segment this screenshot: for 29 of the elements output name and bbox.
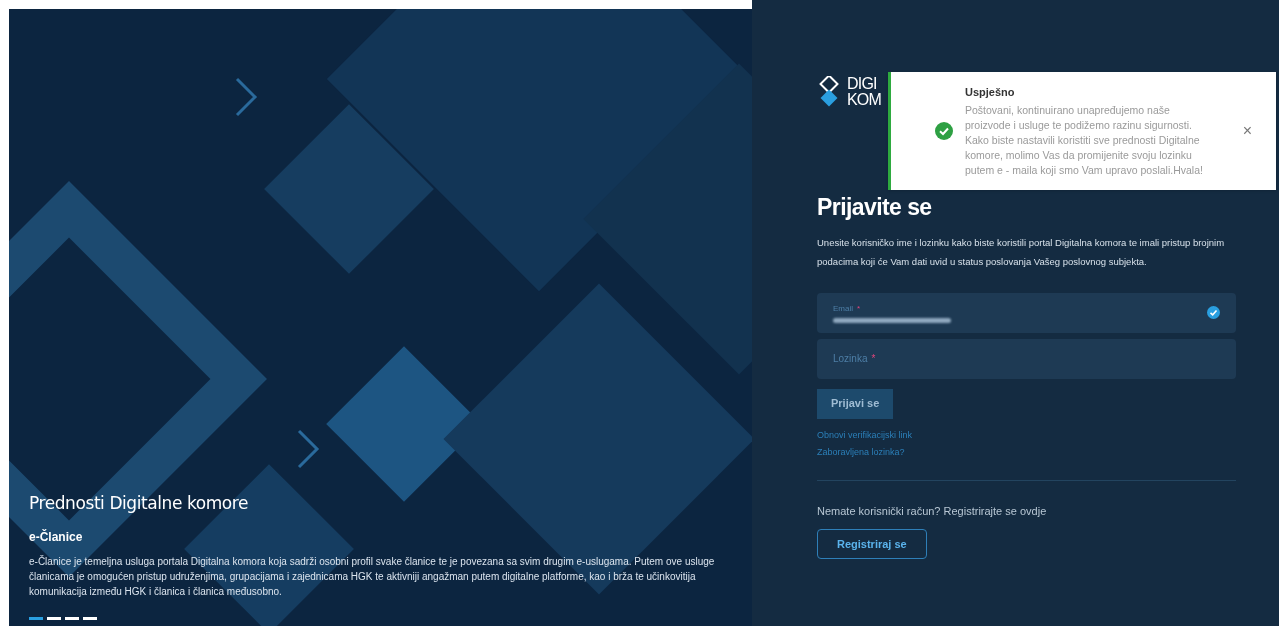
login-title: Prijavite se: [817, 193, 933, 222]
register-prompt: Nemate korisnički račun? Registrirajte se ovdje: [817, 503, 1048, 519]
hero-title: Prednosti Digitalne komore: [29, 491, 250, 515]
login-intro: Unesite korisničko ime i lozinku kako biste koristili portal Digitalna komora te imali pristup brojnim podacima koji će Vam dati uvid u status poslovanja Vašeg poslovnog subjekta.: [817, 235, 1226, 269]
logo-text: DIGI: [847, 76, 878, 92]
login-button[interactable]: Prijavi se: [817, 388, 894, 419]
input-field[interactable]: Email *: [817, 292, 1236, 333]
input-field[interactable]: Lozinka *: [817, 338, 1236, 379]
field-label: Email: [833, 302, 853, 315]
chevron-shape: [235, 77, 258, 117]
register-button[interactable]: Registriraj se: [817, 529, 927, 559]
close-button[interactable]: ×: [1242, 119, 1252, 143]
valid-check-icon: [1207, 306, 1220, 319]
chevron-shape: [297, 429, 320, 469]
text-link[interactable]: Obnovi verifikacijski link: [817, 428, 913, 442]
slide-indicator[interactable]: [29, 617, 43, 620]
field-label: Lozinka: [833, 352, 868, 366]
required-asterisk: *: [857, 302, 861, 315]
toast-title: Uspješno: [965, 85, 1016, 101]
hero-subtitle: e-Članice: [29, 528, 84, 546]
slide-indicator[interactable]: [65, 617, 79, 620]
toast-message: Poštovani, kontinuirano unapređujemo naše proizvode i usluge te podižemo razinu sigurnosti. Kako biste nastavili koristiti sve prednosti Digitalne komore, molimo Vas da promijenite svoju lozinku putem e - maila koji smo Vam upravo poslali.Hvala!: [965, 102, 1204, 178]
slide-indicator[interactable]: [83, 617, 97, 620]
text-link[interactable]: Zaboravljena lozinka?: [817, 446, 905, 460]
success-check-icon: [935, 122, 953, 140]
required-asterisk: *: [871, 352, 876, 366]
hero-description: e-Članice je temeljna usluga portala Digitalna komora koja sadrži osobni profil svake članice te je povezana sa svim drugim e-uslugama. Putem ove usluge članicama je omogućen pristup udruženjima, grupacijama i zajednicama HGK te aktivniji angažman putem digitalne platforme, kao i brža te učinkovitija komunikacija između HGK i članica i članica međusobno.: [29, 554, 716, 599]
logo-text: KOM: [847, 92, 882, 108]
slide-indicator[interactable]: [47, 617, 61, 620]
